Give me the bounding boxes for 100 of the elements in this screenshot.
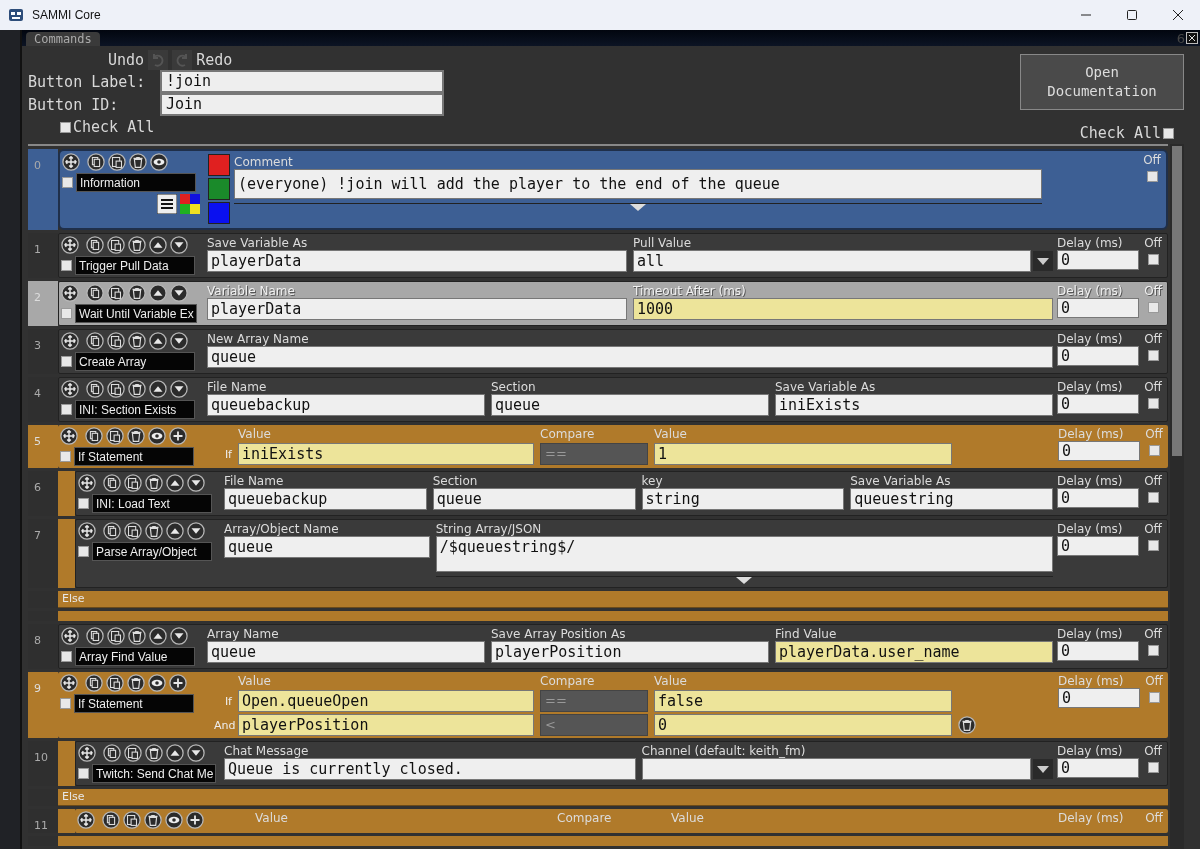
copy-icon[interactable] (103, 474, 121, 492)
input-field[interactable]: queue (432, 488, 636, 510)
command-row[interactable]: If Statement Value Compare Value If Open.queueOpen == false And playerPosition < 0 Delay (ms) 0 Off (58, 672, 1168, 738)
move-icon[interactable] (61, 332, 79, 350)
input-field[interactable]: queue (491, 394, 769, 416)
plus-icon[interactable] (186, 811, 204, 829)
checkbox[interactable] (61, 356, 72, 367)
scrollbar-thumb[interactable] (1172, 146, 1182, 456)
delay-field[interactable]: 0 (1058, 441, 1140, 461)
delay-field[interactable]: 0 (1057, 394, 1139, 414)
move-icon[interactable] (61, 236, 79, 254)
move-icon[interactable] (78, 474, 96, 492)
input-field[interactable]: queuebackup (224, 488, 427, 510)
delay-field[interactable]: 0 (1057, 641, 1139, 661)
paste-icon[interactable] (108, 153, 126, 171)
color-grid-icon[interactable] (180, 194, 200, 214)
command-row[interactable]: Array Find Value Array Name queue Save Array Position As playerPosition Find Value playerData.user_name Delay (ms) 0 Off (58, 624, 1168, 669)
input-field[interactable]: 0 (654, 714, 952, 736)
delay-field[interactable]: 0 (1057, 298, 1139, 318)
delete-icon[interactable] (145, 522, 163, 540)
copy-icon[interactable] (103, 522, 121, 540)
delay-field[interactable]: 0 (1057, 250, 1139, 270)
input-field[interactable]: 1000 (633, 298, 1053, 320)
command-row[interactable]: Wait Until Variable Ex Variable Name playerData Timeout After (ms) 1000 Delay (ms) 0 Off (58, 281, 1168, 326)
input-field[interactable]: playerPosition (491, 641, 769, 663)
delay-field[interactable]: 0 (1058, 688, 1140, 708)
move-icon[interactable] (60, 427, 78, 445)
delete-icon[interactable] (145, 474, 163, 492)
delete-icon[interactable] (128, 627, 146, 645)
checkbox[interactable] (1148, 445, 1160, 456)
move-icon[interactable] (62, 153, 80, 171)
copy-icon[interactable] (85, 674, 103, 692)
paste-icon[interactable] (107, 284, 125, 302)
checkbox[interactable] (1147, 645, 1159, 656)
plus-icon[interactable] (169, 674, 187, 692)
checkbox[interactable] (78, 498, 89, 509)
dropdown-field[interactable] (641, 758, 1031, 780)
command-row[interactable]: If Statement Value Compare Value If iniExists == 1 Delay (ms) 0 Off (58, 425, 1168, 468)
list-icon[interactable] (157, 194, 177, 214)
paste-icon[interactable] (107, 236, 125, 254)
input-field[interactable]: false (654, 690, 952, 712)
input-field[interactable]: 1 (654, 443, 952, 465)
command-row[interactable]: Information Comment (everyone) !join will add the player to the end of the queue Off (58, 149, 1168, 230)
delete-icon[interactable] (144, 811, 162, 829)
checkbox[interactable] (60, 121, 71, 133)
move-icon[interactable] (78, 522, 96, 540)
paste-icon[interactable] (107, 332, 125, 350)
checkbox[interactable] (1147, 398, 1159, 409)
checkbox[interactable] (1147, 302, 1159, 313)
checkbox[interactable] (78, 546, 89, 557)
input-field[interactable]: queue (207, 346, 1053, 368)
copy-icon[interactable] (87, 153, 105, 171)
checkbox[interactable] (60, 451, 71, 462)
paste-icon[interactable] (106, 427, 124, 445)
input-field[interactable]: playerData (207, 250, 627, 272)
move-icon[interactable] (60, 674, 78, 692)
checkbox[interactable] (61, 260, 72, 271)
delete-icon[interactable] (127, 674, 145, 692)
checkbox[interactable] (1147, 540, 1159, 551)
copy-icon[interactable] (86, 236, 104, 254)
eye-icon[interactable] (150, 153, 168, 171)
input-field[interactable]: queue (207, 641, 485, 663)
delay-field[interactable]: 0 (1057, 488, 1139, 508)
input-field[interactable]: string (641, 488, 845, 510)
move-icon[interactable] (78, 744, 96, 762)
checkbox[interactable] (78, 768, 89, 779)
paste-icon[interactable] (124, 744, 142, 762)
checkbox[interactable] (1147, 254, 1159, 265)
command-row[interactable]: Trigger Pull Data Save Variable As playerData Pull Value all Delay (ms) 0 Off (58, 233, 1168, 278)
eye-icon[interactable] (148, 427, 166, 445)
input-field[interactable]: queuestring (850, 488, 1053, 510)
command-row[interactable]: Twitch: Send Chat Me Chat Message Queue is currently closed. Channel (default: keith_fm) Delay (ms) 0 Off (75, 741, 1168, 786)
checkbox[interactable] (1147, 350, 1159, 361)
delay-field[interactable]: 0 (1057, 346, 1139, 366)
input-field[interactable]: queuebackup (207, 394, 485, 416)
panel-tab[interactable]: Commands (26, 32, 100, 46)
maximize-icon[interactable] (1126, 9, 1138, 21)
copy-icon[interactable] (86, 627, 104, 645)
input-field[interactable]: !join (160, 70, 444, 93)
copy-icon[interactable] (102, 811, 120, 829)
input-field[interactable]: (everyone) !join will add the player to the end of the queue (234, 169, 1042, 199)
delete-icon[interactable] (145, 744, 163, 762)
command-row[interactable]: Create Array New Array Name queue Delay (ms) 0 Off (58, 329, 1168, 374)
plus-icon[interactable] (169, 427, 187, 445)
checkbox[interactable] (1148, 692, 1160, 703)
paste-icon[interactable] (107, 627, 125, 645)
input-field[interactable]: Queue is currently closed. (224, 758, 636, 780)
delete-icon[interactable] (127, 427, 145, 445)
paste-icon[interactable] (106, 674, 124, 692)
checkbox[interactable] (62, 177, 73, 188)
open-documentation-button[interactable]: Open Documentation (1020, 54, 1184, 110)
input-field[interactable]: iniExists (238, 443, 534, 465)
checkbox[interactable] (60, 698, 71, 709)
command-row[interactable]: INI: Load Text File Name queuebackup Section queue key string Save Variable As queuestring Delay (ms) 0 Off (75, 471, 1168, 516)
copy-icon[interactable] (103, 744, 121, 762)
delay-field[interactable]: 0 (1057, 536, 1139, 556)
text-area[interactable]: /$queuestring$/ (435, 536, 1053, 572)
delete-icon[interactable] (128, 332, 146, 350)
color-swatch[interactable] (208, 202, 230, 224)
delete-icon[interactable] (128, 380, 146, 398)
